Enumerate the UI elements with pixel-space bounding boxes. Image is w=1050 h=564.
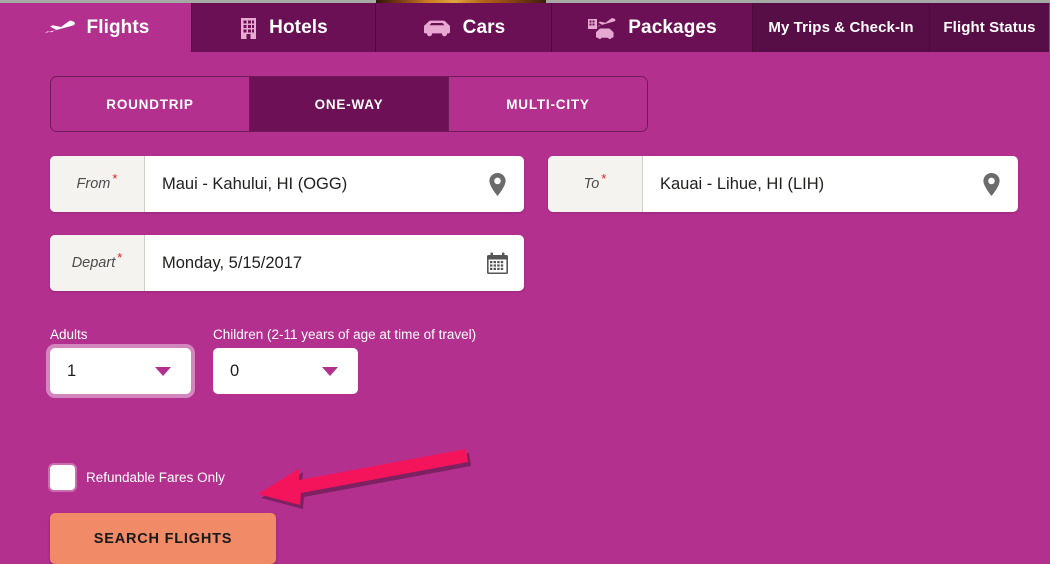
from-field-label: From * <box>50 156 145 212</box>
nav-tab-my-trips-check-in[interactable]: My Trips & Check-In <box>753 3 930 52</box>
children-select[interactable]: 0 <box>213 348 358 394</box>
trip-type-selector: ROUNDTRIP ONE-WAY MULTI-CITY <box>50 76 648 132</box>
nav-tab-hotels[interactable]: Hotels <box>192 3 376 52</box>
nav-tab-flights[interactable]: Flights <box>0 3 192 52</box>
from-field[interactable]: From * Maui - Kahului, HI (OGG) <box>50 156 524 212</box>
airplane-icon <box>42 18 76 38</box>
children-selected-value: 0 <box>230 361 240 380</box>
depart-required-marker: * <box>117 250 123 265</box>
map-pin-icon[interactable] <box>964 156 1018 212</box>
nav-tab-cars-label: Cars <box>462 16 506 38</box>
depart-field-label: Depart * <box>50 235 145 291</box>
primary-navigation: Flights Hotels Cars Packages My Trips & … <box>0 3 1050 52</box>
from-required-marker: * <box>112 171 118 186</box>
to-field[interactable]: To * Kauai - Lihue, HI (LIH) <box>548 156 1018 212</box>
calendar-icon[interactable] <box>470 235 524 291</box>
to-field-label: To * <box>548 156 643 212</box>
trip-type-one-way-label: ONE-WAY <box>314 96 384 112</box>
nav-tab-packages[interactable]: Packages <box>552 3 753 52</box>
to-required-marker: * <box>601 171 607 186</box>
refundable-fares-label: Refundable Fares Only <box>86 470 225 485</box>
to-label-text: To <box>583 176 600 192</box>
adults-selected-value: 1 <box>67 361 77 380</box>
search-flights-button[interactable]: SEARCH FLIGHTS <box>50 513 276 564</box>
car-icon <box>422 18 452 37</box>
chevron-down-icon <box>155 366 171 376</box>
nav-tab-hotels-label: Hotels <box>269 16 328 38</box>
from-input[interactable]: Maui - Kahului, HI (OGG) <box>145 156 470 212</box>
refundable-fares-checkbox[interactable] <box>50 465 75 490</box>
adults-label: Adults <box>50 327 88 342</box>
chevron-down-icon <box>322 366 338 376</box>
trip-type-multi-city-label: MULTI-CITY <box>506 96 590 112</box>
refundable-fares-row[interactable]: Refundable Fares Only <box>50 465 225 490</box>
from-label-text: From <box>76 176 111 192</box>
nav-tab-packages-label: Packages <box>628 16 717 38</box>
trip-type-one-way[interactable]: ONE-WAY <box>250 77 449 131</box>
to-input[interactable]: Kauai - Lihue, HI (LIH) <box>643 156 964 212</box>
trip-type-multi-city[interactable]: MULTI-CITY <box>449 77 647 131</box>
trip-type-roundtrip[interactable]: ROUNDTRIP <box>51 77 250 131</box>
adults-select[interactable]: 1 <box>50 348 191 394</box>
children-label: Children (2-11 years of age at time of t… <box>213 327 477 342</box>
nav-tab-cars[interactable]: Cars <box>376 3 552 52</box>
depart-field[interactable]: Depart * Monday, 5/15/2017 <box>50 235 524 291</box>
trip-type-roundtrip-label: ROUNDTRIP <box>106 96 194 112</box>
building-icon <box>239 17 258 39</box>
search-flights-button-label: SEARCH FLIGHTS <box>93 530 233 547</box>
flight-search-panel: ROUNDTRIP ONE-WAY MULTI-CITY From * Maui… <box>0 52 1050 564</box>
depart-date-input[interactable]: Monday, 5/15/2017 <box>145 235 470 291</box>
nav-tab-flight-status-label: Flight Status <box>943 19 1036 36</box>
map-pin-icon[interactable] <box>470 156 524 212</box>
nav-tab-flight-status[interactable]: Flight Status <box>930 3 1049 52</box>
depart-label-text: Depart <box>71 255 116 271</box>
nav-tab-my-trips-label: My Trips & Check-In <box>768 19 914 36</box>
packages-icon <box>587 17 617 39</box>
nav-tab-flights-label: Flights <box>86 16 150 38</box>
